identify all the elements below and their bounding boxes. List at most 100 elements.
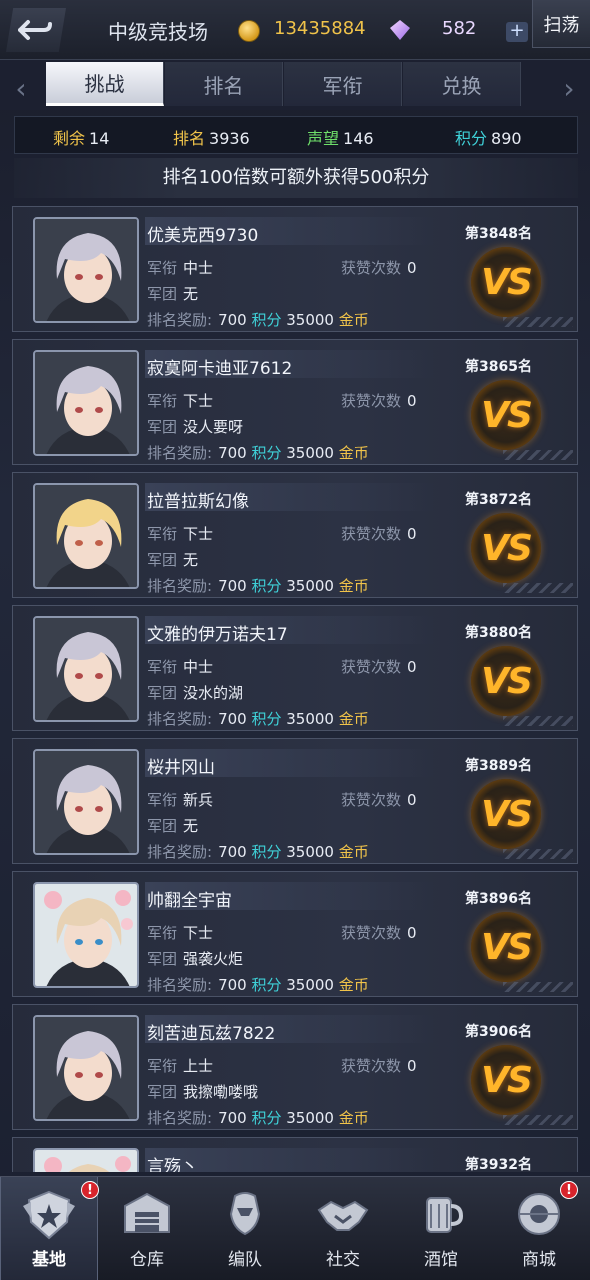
player-avatar[interactable] <box>33 1015 139 1121</box>
opponent-list[interactable]: 优美克西9730 第3848名 军衔 中士 获赞次数 0 军团无排名奖励: 700 积分 35… <box>12 206 578 1172</box>
nav-label: 社交 <box>326 1250 360 1270</box>
opponent-card: 优美克西9730 第3848名军衔 中士 获赞次数 0 军团无排名奖励: 700 积分 35… <box>12 206 578 332</box>
likes-row: 获赞次数 0 <box>341 791 417 809</box>
stat-prestige: 声望 146 <box>307 129 374 148</box>
player-rank: 第3896名 <box>465 891 532 907</box>
gem-icon <box>390 20 410 40</box>
player-avatar[interactable] <box>33 483 139 589</box>
tab-military-rank[interactable]: 军衔 <box>284 62 402 106</box>
back-button[interactable] <box>6 8 66 52</box>
player-name: 文雅的伊万诺夫17 <box>147 625 288 645</box>
gem-amount: 582 <box>442 18 477 39</box>
player-avatar[interactable] <box>33 616 139 722</box>
likes-row: 获赞次数 0 <box>341 392 417 410</box>
bottom-nav: 基地! 仓库 编队 社交 酒馆 商城! <box>0 1176 590 1280</box>
shop-icon <box>509 1187 569 1243</box>
opponent-card: 寂寞阿卡迪亚7612 第3865名军衔 下士 获赞次数 0 军团 没人要呀排名奖励: 700 … <box>12 339 578 465</box>
nav-warehouse[interactable]: 仓库 <box>98 1177 196 1280</box>
player-rank: 第3889名 <box>465 758 532 774</box>
chevron-left-icon[interactable]: ‹ <box>6 72 36 105</box>
player-name: 寂寞阿卡迪亚7612 <box>147 359 293 379</box>
military-rank-row: 军衔 中士 <box>147 259 214 277</box>
player-avatar[interactable] <box>33 749 139 855</box>
likes-row: 获赞次数 0 <box>341 1057 417 1075</box>
legion-row: 军团 我擦嘞喽哦 <box>147 1083 259 1101</box>
formation-icon <box>215 1187 275 1243</box>
alert-badge: ! <box>81 1181 99 1199</box>
alert-badge: ! <box>560 1181 578 1199</box>
vs-challenge-button[interactable]: VS <box>471 380 541 450</box>
opponent-card: 帅翻全宇宙 第3896名 军衔 下士 获赞次数 0 军团 强袭火炬 排名奖励: 700 积分 35… <box>12 871 578 997</box>
nav-tavern[interactable]: 酒馆 <box>392 1177 490 1280</box>
vs-challenge-button[interactable]: VS <box>471 513 541 583</box>
vs-challenge-button[interactable]: VS <box>471 1045 541 1115</box>
chevron-right-icon[interactable]: › <box>554 72 584 105</box>
stat-points: 积分 890 <box>455 129 522 148</box>
player-name: 桜井冈山 <box>147 758 215 778</box>
opponent-card: 桜井冈山 第3889名 军衔 新兵 获赞次数 0 军团无排名奖励: 700 积分 35000 … <box>12 738 578 864</box>
nav-formation[interactable]: 编队 <box>196 1177 294 1280</box>
nav-label: 基地 <box>32 1250 66 1270</box>
legion-row: 军团无 <box>147 285 199 303</box>
vs-challenge-button[interactable]: VS <box>471 646 541 716</box>
vs-challenge-button[interactable]: VS <box>471 779 541 849</box>
sweep-button[interactable]: 扫荡 <box>532 0 590 48</box>
player-avatar[interactable] <box>33 350 139 456</box>
reward-row: 排名奖励: 700 积分 35000 金币 <box>147 311 369 329</box>
back-arrow-icon <box>18 20 52 40</box>
reward-row: 排名奖励: 700 积分 35000 金币 <box>147 444 369 462</box>
add-gems-button[interactable]: + <box>506 22 528 42</box>
top-bar: 中级竞技场 13435884 582 + 扫荡 <box>0 0 590 60</box>
player-rank: 第3906名 <box>465 1024 532 1040</box>
nav-label: 酒馆 <box>424 1250 458 1270</box>
vs-challenge-button[interactable]: VS <box>471 912 541 982</box>
player-stats: 剩余 14 排名 3936 声望 146 积分 890 <box>14 116 578 154</box>
player-rank: 第3865名 <box>465 359 532 375</box>
player-rank: 第3932名 <box>465 1157 532 1172</box>
player-rank: 第3872名 <box>465 492 532 508</box>
gold-amount: 13435884 <box>274 18 366 39</box>
opponent-card: 拉普拉斯幻像 第3872名 军衔 下士 获赞次数 0 军团无排名奖励: 700 积分 3500… <box>12 472 578 598</box>
military-rank-row: 军衔 上士 <box>147 1057 214 1075</box>
opponent-card: 刻苦迪瓦兹7822 第3906名军衔 上士 获赞次数 0 军团 我擦嘞喽哦排名奖励: 700 … <box>12 1004 578 1130</box>
tavern-icon <box>411 1187 471 1243</box>
likes-row: 获赞次数 0 <box>341 259 417 277</box>
tab-ranking[interactable]: 排名 <box>165 62 283 106</box>
player-avatar[interactable] <box>33 1148 139 1172</box>
nav-shop[interactable]: 商城! <box>490 1177 588 1280</box>
nav-label: 仓库 <box>130 1250 164 1270</box>
tab-challenge[interactable]: 挑战 <box>46 62 164 106</box>
likes-row: 获赞次数 0 <box>341 525 417 543</box>
tab-bar: ‹ 挑战 排名 军衔 兑换 › <box>0 60 590 110</box>
nav-base-emblem[interactable]: 基地! <box>0 1177 99 1280</box>
rank-bonus-notice: 排名100倍数可额外获得500积分 <box>14 158 578 198</box>
nav-handshake[interactable]: 社交 <box>294 1177 392 1280</box>
nav-label: 编队 <box>228 1250 262 1270</box>
player-name: 优美克西9730 <box>147 226 259 246</box>
reward-row: 排名奖励: 700 积分 35000 金币 <box>147 1109 369 1127</box>
legion-row: 军团 没人要呀 <box>147 418 244 436</box>
military-rank-row: 军衔 中士 <box>147 658 214 676</box>
tab-exchange[interactable]: 兑换 <box>403 62 521 106</box>
player-name: 拉普拉斯幻像 <box>147 492 249 512</box>
likes-row: 获赞次数 0 <box>341 924 417 942</box>
stat-rank: 排名 3936 <box>173 129 250 148</box>
vs-challenge-button[interactable]: VS <box>471 247 541 317</box>
player-avatar[interactable] <box>33 882 139 988</box>
player-name: 帅翻全宇宙 <box>147 891 232 911</box>
likes-row: 获赞次数 0 <box>341 658 417 676</box>
player-name: 言殇丶 <box>147 1157 198 1172</box>
page-title: 中级竞技场 <box>108 20 208 44</box>
opponent-card: 言殇丶 第3932名 <box>12 1137 578 1172</box>
stat-remaining: 剩余 14 <box>53 129 110 148</box>
military-rank-row: 军衔 下士 <box>147 924 214 942</box>
opponent-card: 文雅的伊万诺夫17 第3880名 军衔 中士 获赞次数 0 军团 没水的湖 排名奖励: 700 积… <box>12 605 578 731</box>
reward-row: 排名奖励: 700 积分 35000 金币 <box>147 976 369 994</box>
gold-coin-icon <box>238 20 260 42</box>
reward-row: 排名奖励: 700 积分 35000 金币 <box>147 710 369 728</box>
military-rank-row: 军衔 下士 <box>147 392 214 410</box>
player-avatar[interactable] <box>33 217 139 323</box>
player-rank: 第3848名 <box>465 226 532 242</box>
warehouse-icon <box>117 1187 177 1243</box>
player-name: 刻苦迪瓦兹7822 <box>147 1024 276 1044</box>
